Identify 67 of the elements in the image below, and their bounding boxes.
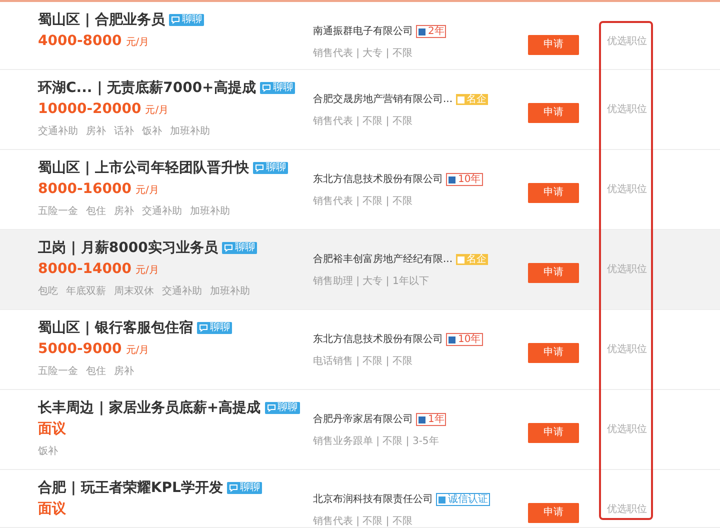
job-row[interactable]: 卫岗 | 月薪8000实习业务员 聊聊 8000-14000 元/月 包吃 年底双薪 周末双休 交通补助 加班补助 合肥裕丰创富房地产经纪有限... 名企 销售助理 | 大专 | 1年以下 申请 优选职位 — [0, 230, 720, 310]
salary-text: 面议 — [38, 420, 66, 439]
requirements-text: 销售代表 | 不限 | 不限 — [313, 194, 414, 209]
requirements-text: 销售代表 | 不限 | 不限 — [313, 514, 414, 527]
company-name-link[interactable]: 东北方信息技术股份有限公司 — [313, 172, 443, 187]
salary-unit: 元/月 — [126, 36, 150, 50]
job-title-link[interactable]: 合肥 | 玩王者荣耀KPL学开发 — [38, 479, 223, 497]
preferred-job-label: 优选职位 — [607, 182, 647, 197]
membership-years-badge: 2年 — [416, 25, 446, 38]
benefit-tag: 包住 — [86, 364, 106, 379]
benefit-tag: 房补 — [86, 124, 106, 139]
salary-text: 10000-20000 — [38, 100, 142, 119]
company-name-link[interactable]: 合肥交晟房地产营销有限公司... — [313, 92, 453, 107]
preferred-job-label: 优选职位 — [607, 342, 647, 357]
preferred-job-label: 优选职位 — [607, 34, 647, 49]
benefit-tag: 年底双薪 — [66, 284, 106, 299]
benefit-tag: 饭补 — [142, 124, 162, 139]
benefit-tag: 房补 — [114, 364, 134, 379]
salary-text: 面议 — [38, 500, 66, 519]
job-title-link[interactable]: 蜀山区 | 上市公司年轻团队晋升快 — [38, 159, 249, 177]
job-title-link[interactable]: 蜀山区 | 银行客服包住宿 — [38, 319, 193, 337]
benefit-tag: 周末双休 — [114, 284, 154, 299]
salary-unit: 元/月 — [145, 104, 169, 118]
benefit-tag: 五险一金 — [38, 364, 78, 379]
requirements-text: 销售代表 | 大专 | 不限 — [313, 46, 414, 61]
requirements-text: 销售助理 | 大专 | 1年以下 — [313, 274, 430, 289]
benefit-tag: 加班补助 — [210, 284, 250, 299]
salary-unit: 元/月 — [135, 184, 159, 198]
company-name-link[interactable]: 合肥裕丰创富房地产经纪有限... — [313, 252, 453, 267]
salary-text: 8000-16000 — [38, 180, 132, 199]
company-name-link[interactable]: 东北方信息技术股份有限公司 — [313, 332, 443, 347]
benefit-tag: 交通补助 — [38, 124, 78, 139]
job-title-link[interactable]: 长丰周边 | 家居业务员底薪+高提成 — [38, 399, 261, 417]
membership-years-badge: 10年 — [446, 333, 483, 346]
salary-text: 5000-9000 — [38, 340, 122, 359]
requirements-text: 电话销售 | 不限 | 不限 — [313, 354, 414, 369]
famous-company-badge: 名企 — [456, 254, 488, 265]
membership-years-badge: 10年 — [446, 173, 483, 186]
membership-years-badge: 1年 — [416, 413, 446, 426]
job-title-link[interactable]: 蜀山区 | 合肥业务员 — [38, 11, 165, 29]
company-name-link[interactable]: 合肥丹帝家居有限公司 — [313, 412, 413, 427]
company-name-link[interactable]: 北京布润科技有限责任公司 — [313, 492, 433, 507]
requirements-text: 销售代表 | 不限 | 不限 — [313, 114, 414, 129]
benefit-tag: 加班补助 — [170, 124, 210, 139]
benefit-tag: 交通补助 — [162, 284, 202, 299]
salary-text: 4000-8000 — [38, 32, 122, 51]
benefit-tag: 加班补助 — [190, 204, 230, 219]
famous-company-badge: 名企 — [456, 94, 488, 105]
company-name-link[interactable]: 南通振群电子有限公司 — [313, 24, 413, 39]
verified-badge: 诚信认证 — [436, 493, 490, 506]
preferred-job-label: 优选职位 — [607, 422, 647, 437]
benefit-tag: 包吃 — [38, 284, 58, 299]
benefit-tag: 包住 — [86, 204, 106, 219]
requirements-text: 销售业务跟单 | 不限 | 3-5年 — [313, 434, 440, 449]
benefit-tag: 房补 — [114, 204, 134, 219]
preferred-job-label: 优选职位 — [607, 262, 647, 277]
salary-text: 8000-14000 — [38, 260, 132, 279]
job-title-link[interactable]: 环湖C... | 无责底薪7000+高提成 — [38, 79, 256, 97]
salary-unit: 元/月 — [126, 344, 150, 358]
salary-unit: 元/月 — [135, 264, 159, 278]
preferred-job-label: 优选职位 — [607, 102, 647, 117]
benefit-tag: 话补 — [114, 124, 134, 139]
preferred-job-label: 优选职位 — [607, 502, 647, 517]
benefit-tag: 饭补 — [38, 444, 58, 459]
job-title-link[interactable]: 卫岗 | 月薪8000实习业务员 — [38, 239, 218, 257]
benefit-tag: 五险一金 — [38, 204, 78, 219]
benefit-tag: 交通补助 — [142, 204, 182, 219]
